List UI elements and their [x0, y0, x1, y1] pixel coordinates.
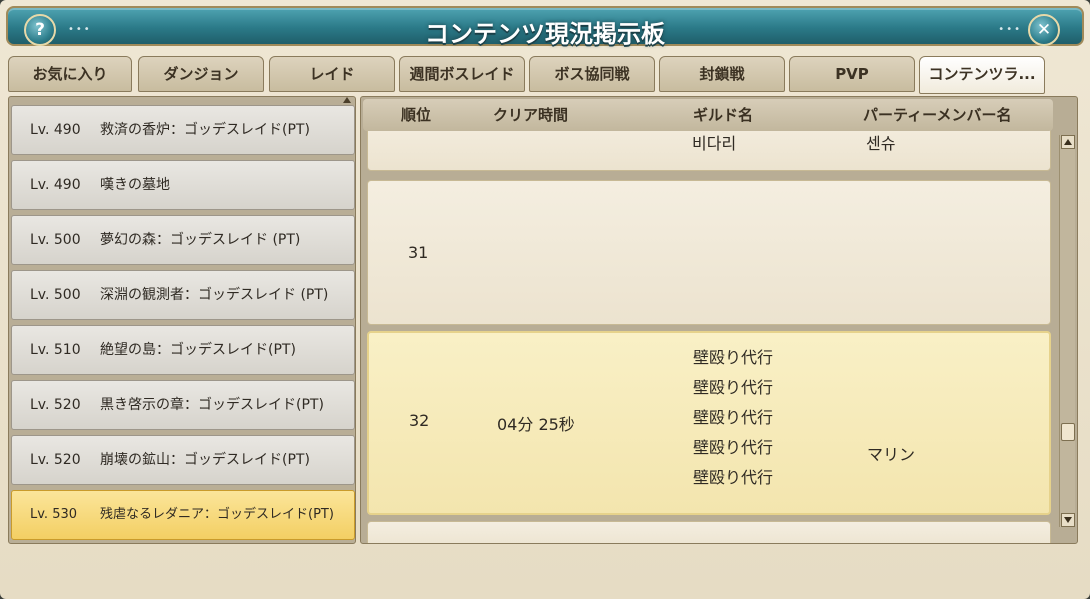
- content-name: 残虐なるレダニア：ゴッデスレイド(PT): [100, 507, 334, 522]
- header-party: パーティーメンバー名: [863, 106, 1012, 124]
- tab-boss-cooperative[interactable]: ボス協同戦: [529, 56, 655, 92]
- level-label: Lv. 490: [30, 177, 81, 193]
- help-icon[interactable]: ?: [24, 14, 56, 46]
- content-name: 夢幻の森：ゴッデスレイド (PT): [100, 232, 301, 248]
- level-label: Lv. 500: [30, 232, 81, 248]
- scroll-up-arrow-icon[interactable]: [343, 97, 351, 103]
- level-label: Lv. 520: [30, 397, 81, 413]
- content-list[interactable]: Lv. 490 救済の香炉：ゴッデスレイド(PT) Lv. 490 嘆きの墓地 Lv…: [8, 96, 356, 544]
- table-row[interactable]: 31: [367, 180, 1051, 325]
- content-name: 救済の香炉：ゴッデスレイド(PT): [100, 122, 310, 138]
- party-member: 센슈: [866, 134, 896, 153]
- table-header: 順位 クリア時間 ギルド名 パーティーメンバー名: [363, 99, 1053, 131]
- list-item[interactable]: Lv. 520 黒き啓示の章：ゴッデスレイド(PT): [11, 380, 355, 430]
- level-label: Lv. 520: [30, 452, 81, 468]
- scrollbar[interactable]: [1059, 135, 1075, 527]
- scroll-up-button[interactable]: [1061, 135, 1075, 149]
- guild-list: 壁殴り代行 壁殴り代行 壁殴り代行 壁殴り代行 壁殴り代行: [693, 343, 773, 493]
- list-item[interactable]: Lv. 500 深淵の観測者：ゴッデスレイド (PT): [11, 270, 355, 320]
- level-label: Lv. 490: [30, 122, 81, 138]
- level-label: Lv. 530: [30, 507, 78, 522]
- scroll-down-button[interactable]: [1061, 513, 1075, 527]
- table-row-partial[interactable]: [367, 521, 1051, 543]
- scroll-thumb[interactable]: [1061, 423, 1075, 441]
- content-name: 嘆きの墓地: [100, 177, 170, 193]
- tab-raid[interactable]: レイド: [269, 56, 395, 92]
- tab-dungeon[interactable]: ダンジョン: [138, 56, 264, 92]
- arrow-down-icon: [1064, 517, 1072, 523]
- content-status-board-window: ••• コンテンツ現況掲示板 ••• ? ✕ お気に入り ダンジョン レイド 週…: [0, 0, 1090, 599]
- content-name: 崩壊の鉱山：ゴッデスレイド(PT): [100, 452, 310, 468]
- guild-name: 壁殴り代行: [693, 408, 774, 427]
- list-item[interactable]: Lv. 520 崩壊の鉱山：ゴッデスレイド(PT): [11, 435, 355, 485]
- tab-favorites[interactable]: お気に入り: [8, 56, 132, 92]
- close-icon[interactable]: ✕: [1028, 14, 1060, 46]
- list-item[interactable]: Lv. 510 絶望の島：ゴッデスレイド(PT): [11, 325, 355, 375]
- clear-time-value: 04分 25秒: [497, 415, 575, 434]
- list-item[interactable]: Lv. 490 救済の香炉：ゴッデスレイド(PT): [11, 105, 355, 155]
- header-clear-time: クリア時間: [493, 106, 569, 124]
- list-item[interactable]: Lv. 490 嘆きの墓地: [11, 160, 355, 210]
- table-row-highlighted[interactable]: 32 04分 25秒 壁殴り代行 壁殴り代行 壁殴り代行 壁殴り代行 壁殴り代行…: [367, 331, 1051, 515]
- tab-blockade[interactable]: 封鎖戦: [659, 56, 785, 92]
- title-ornament-right: •••: [998, 24, 1022, 35]
- level-label: Lv. 500: [30, 287, 81, 303]
- content-name: 絶望の島：ゴッデスレイド(PT): [100, 342, 296, 358]
- guild-name: 壁殴り代行: [693, 468, 774, 487]
- list-item[interactable]: Lv. 500 夢幻の森：ゴッデスレイド (PT): [11, 215, 355, 265]
- level-label: Lv. 510: [30, 342, 81, 358]
- header-guild: ギルド名: [693, 106, 754, 124]
- tab-bar: お気に入り ダンジョン レイド 週間ボスレイド ボス協同戦 封鎖戦 PVP コン…: [8, 56, 1048, 94]
- guild-name: 壁殴り代行: [693, 438, 774, 457]
- party-member: マリン: [867, 445, 916, 464]
- header-rank: 順位: [401, 106, 432, 124]
- arrow-up-icon: [1064, 139, 1072, 145]
- tab-weekly-boss-raid[interactable]: 週間ボスレイド: [399, 56, 525, 92]
- tab-content-ranking[interactable]: コンテンツラ...: [919, 56, 1045, 94]
- guild-name: 壁殴り代行: [693, 378, 774, 397]
- tab-pvp[interactable]: PVP: [789, 56, 915, 92]
- guild-name: 비다리: [692, 134, 737, 153]
- content-name: 黒き啓示の章：ゴッデスレイド(PT): [100, 397, 324, 413]
- ranking-table: 順位 クリア時間 ギルド名 パーティーメンバー名 비다리 센슈 31 32 04…: [360, 96, 1078, 544]
- list-item-selected[interactable]: Lv. 530 残虐なるレダニア：ゴッデスレイド(PT): [11, 490, 355, 540]
- content-name: 深淵の観測者：ゴッデスレイド (PT): [100, 287, 329, 303]
- rank-value: 32: [409, 411, 430, 430]
- title-bar: ••• コンテンツ現況掲示板 •••: [6, 6, 1084, 48]
- guild-name: 壁殴り代行: [693, 348, 774, 367]
- window-title: コンテンツ現況掲示板: [425, 20, 665, 48]
- rank-value: 31: [408, 243, 429, 262]
